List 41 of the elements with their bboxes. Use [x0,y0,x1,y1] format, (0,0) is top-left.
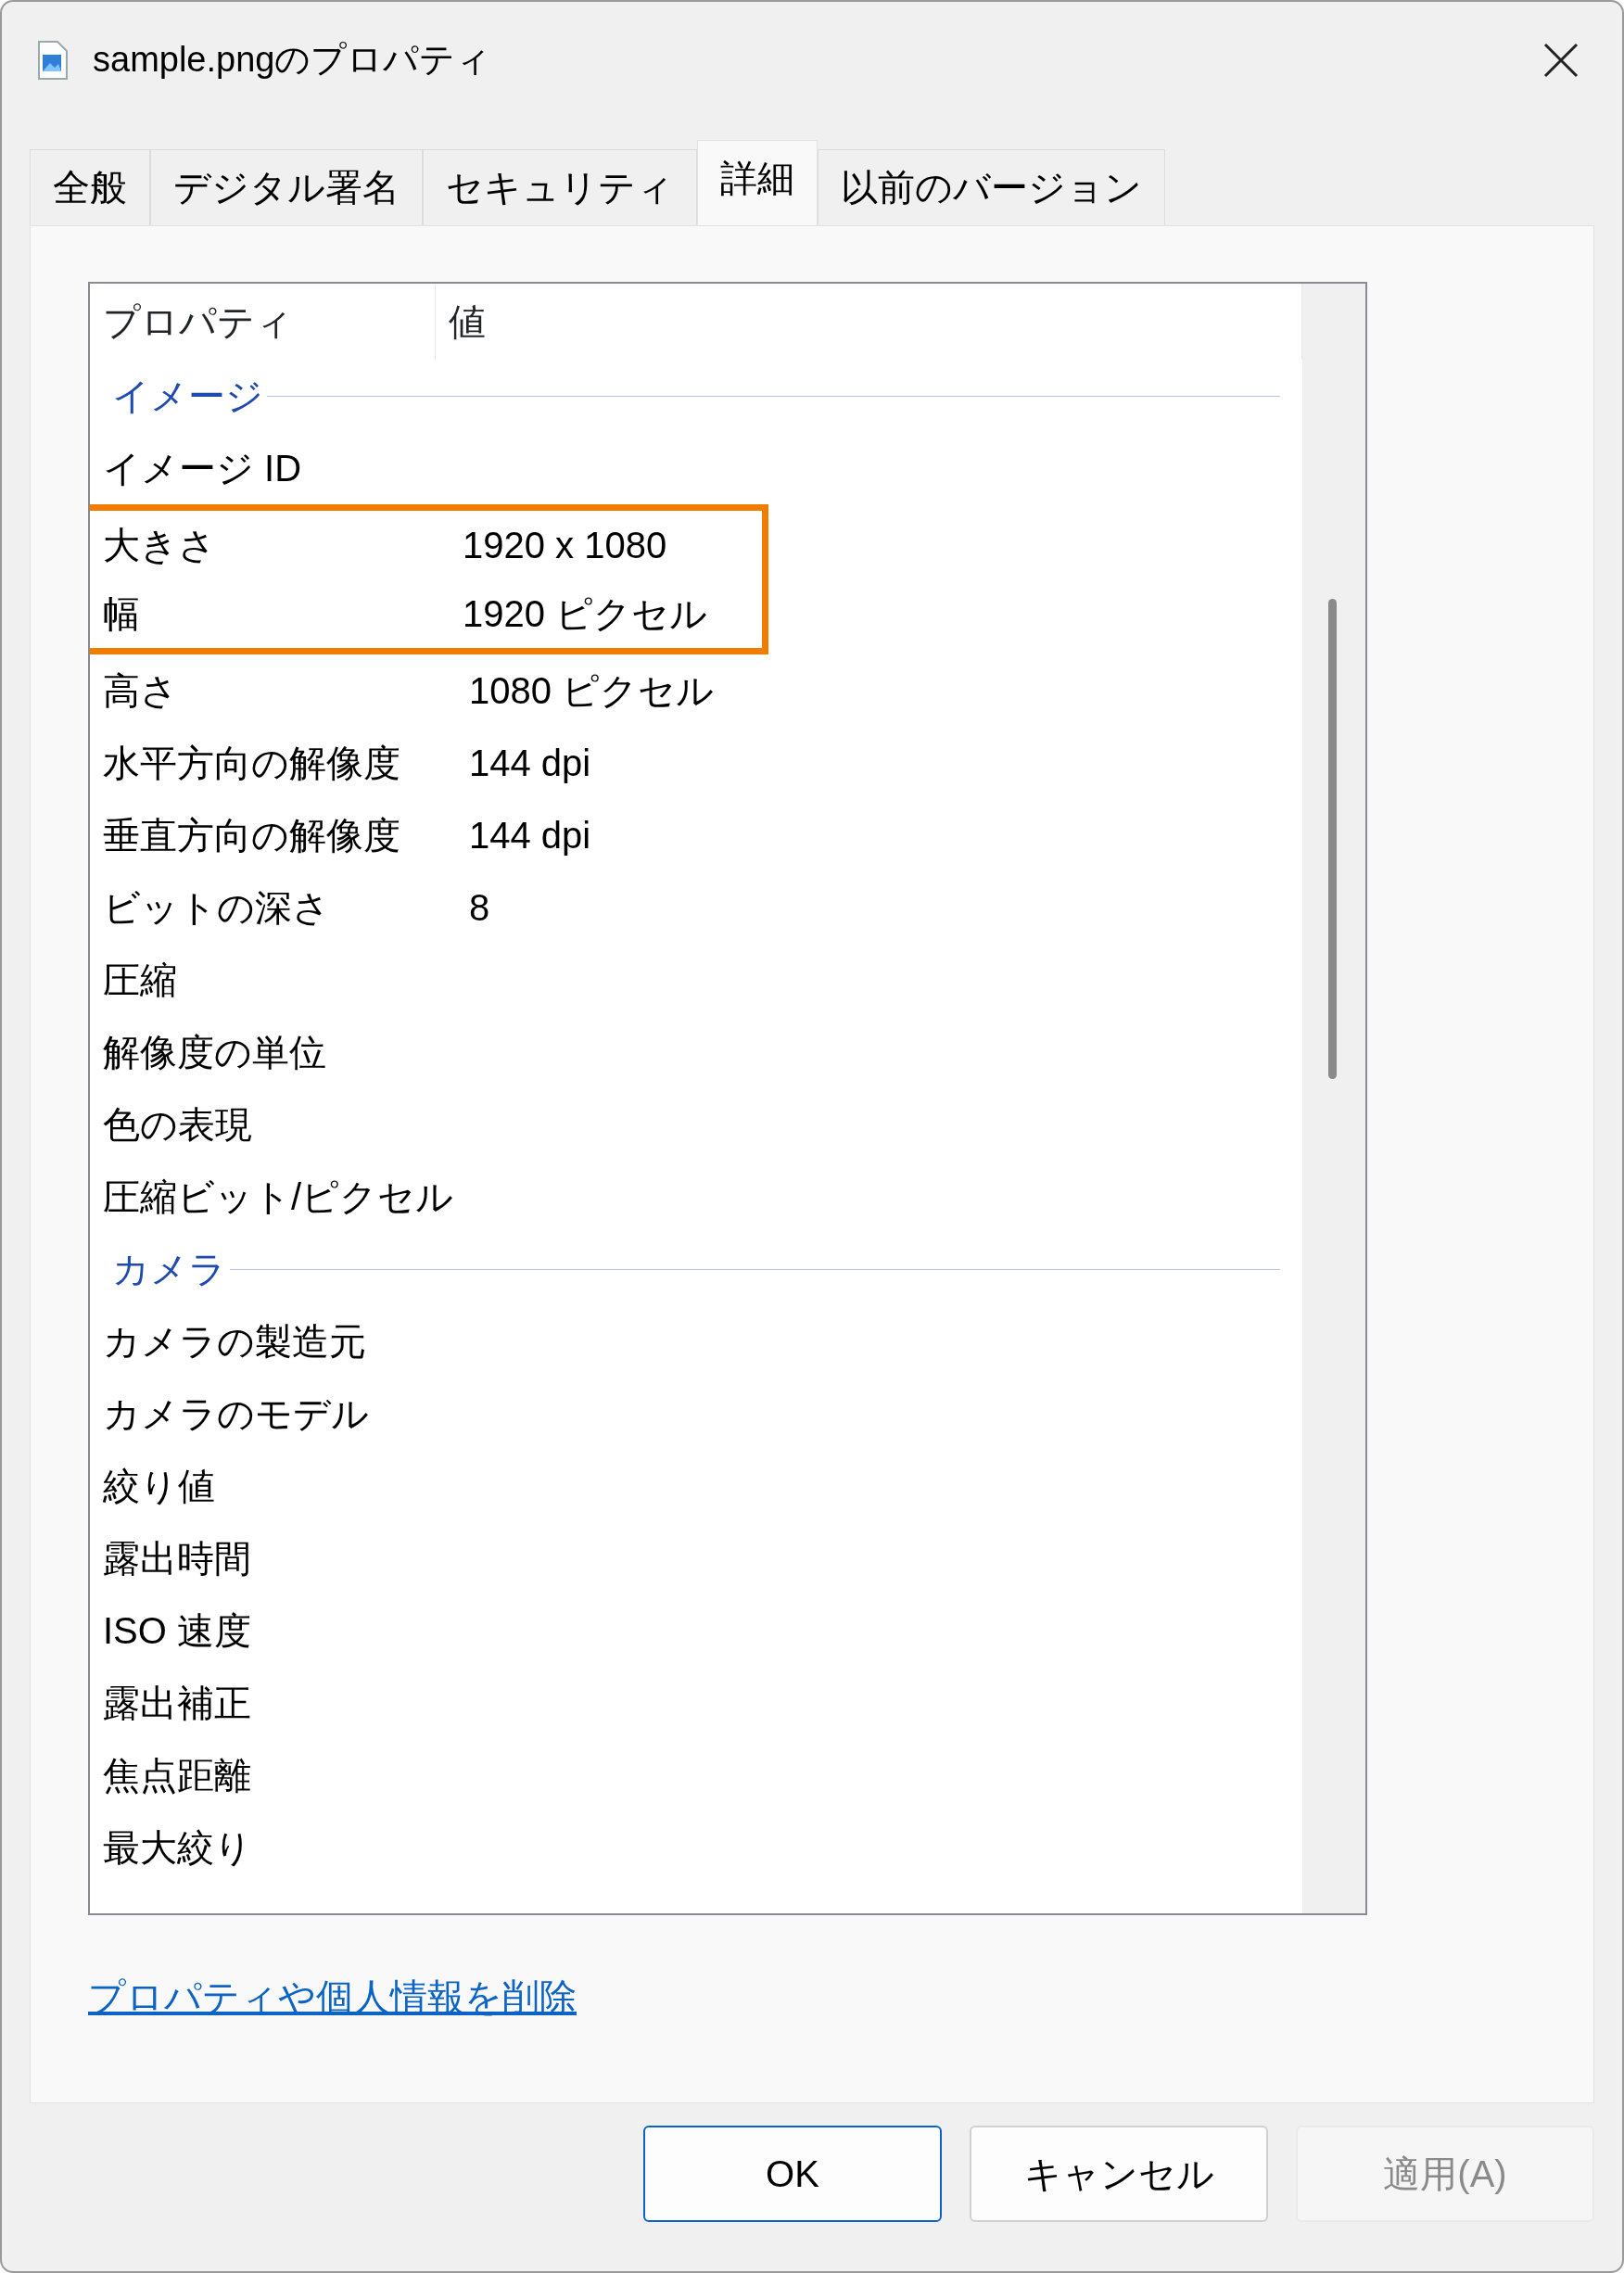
tab[interactable]: デジタル署名 [150,149,423,225]
property-name: 大きさ [102,524,217,567]
property-name: カメラのモデル [102,1392,370,1436]
dialog-button[interactable]: キャンセル [970,2126,1268,2222]
property-name: 水平方向の解像度 [102,742,401,785]
scrollbar[interactable] [1302,284,1365,1913]
property-name: 色の表現 [102,1103,253,1147]
property-name: 焦点距離 [102,1754,252,1797]
property-value: 1080 ピクセル [468,669,715,713]
remove-properties-link[interactable]: プロパティや個人情報を削除 [88,1969,577,2025]
section-header: イメージ [112,375,263,418]
property-name: ISO 速度 [102,1609,253,1653]
property-name: イメージ ID [102,447,303,490]
property-name: 圧縮ビット/ピクセル [102,1175,455,1219]
dialog-button[interactable]: OK [643,2126,942,2222]
property-name: ビットの深さ [102,886,331,930]
tab[interactable]: セキュリティ [423,149,697,225]
property-name: 垂直方向の解像度 [102,814,401,857]
property-value: 144 dpi [468,742,591,785]
property-value: 144 dpi [468,814,591,857]
property-value: 1920 ピクセル [462,592,708,636]
property-value: 1920 x 1080 [462,524,667,567]
property-name: 最大絞り [102,1826,253,1870]
property-name: 高さ [102,669,179,713]
property-name: 露出時間 [102,1537,252,1581]
column-header[interactable]: プロパティ [90,284,437,360]
property-name: 幅 [102,592,141,636]
window-title: sample.pngのプロパティ [93,39,492,81]
tab[interactable]: 以前のバージョン [818,149,1165,225]
property-name: 圧縮 [102,959,178,1002]
property-name: 露出補正 [102,1682,252,1725]
property-value: 8 [468,886,490,930]
property-name: 絞り値 [102,1465,216,1508]
section-header: カメラ [112,1248,226,1291]
tab[interactable]: 詳細 [697,140,818,225]
image-file-icon [37,39,69,81]
property-name: カメラの製造元 [102,1320,367,1364]
close-icon [1542,41,1580,79]
property-name: 解像度の単位 [102,1031,327,1074]
scrollbar-thumb[interactable] [1328,599,1337,1079]
tab[interactable]: 全般 [30,149,150,225]
